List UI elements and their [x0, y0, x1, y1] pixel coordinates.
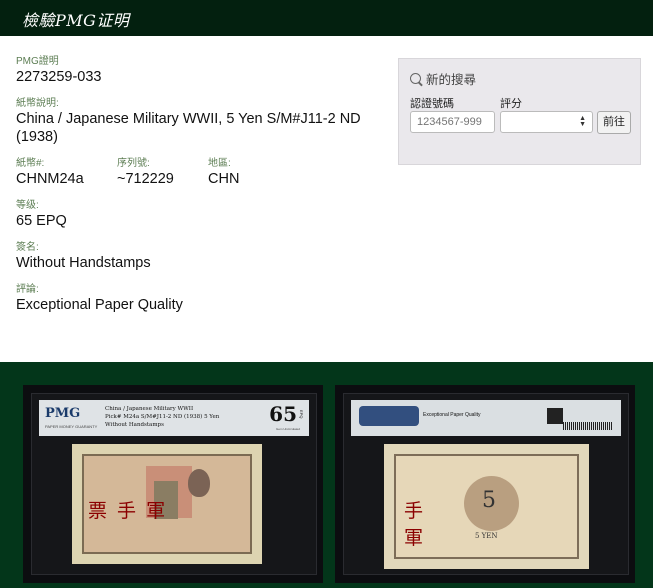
header-bar: 檢驗PMG证明 [0, 0, 653, 36]
grade-block: 等级: 65 EPQ [16, 200, 386, 230]
back-image[interactable]: Exceptional Paper Quality 5 5 YEN 手軍 [335, 385, 635, 583]
search-header: 新的搜尋 [410, 69, 476, 88]
note-details-row: 紙幣#: CHNM24a 序列號: ~712229 地區: CHN [16, 158, 386, 188]
comment-block: 評論: Exceptional Paper Quality [16, 284, 386, 314]
region-label: 地區: [208, 158, 231, 169]
back-red-overprint: 手軍 [404, 500, 519, 549]
front-label-text: China / Japanese Military WWII Pick# M24… [105, 405, 219, 429]
front-holder: PMG PAPER MONEY GUARANTY China / Japanes… [31, 393, 317, 575]
banknote-front-sheet: 票 手 軍 [82, 454, 252, 554]
signature-block: 簽名: Without Handstamps [16, 242, 386, 272]
banknote-front: 票 手 軍 [72, 444, 262, 564]
front-grade-suffix: EPQ [299, 410, 304, 419]
barcode [563, 422, 613, 430]
front-red-overprint: 票 手 軍 [88, 500, 168, 522]
front-grade-sub: Gem Uncirculated [275, 427, 300, 431]
signature-value: Without Handstamps [16, 255, 151, 271]
serial-number-label: 序列號: [117, 158, 150, 169]
select-arrows-icon: ▲ ▼ [579, 115, 586, 128]
pmg-cert-label: PMG證明 [16, 56, 59, 67]
new-search-panel: 新的搜尋 認證號碼 評分 ▲▼ 前往 [398, 58, 641, 165]
front-image[interactable]: PMG PAPER MONEY GUARANTY China / Japanes… [23, 385, 323, 583]
note-number-label: 紙幣#: [16, 158, 45, 169]
front-label-line1: China / Japanese Military WWII [105, 406, 194, 412]
pmg-logo-subtitle: PAPER MONEY GUARANTY [45, 424, 98, 429]
comment-label: 評論: [16, 284, 39, 295]
pmg-cert-value: 2273259-033 [16, 69, 102, 85]
back-label: Exceptional Paper Quality [351, 400, 621, 436]
description-label: 紙幣說明: [16, 98, 59, 109]
front-portrait [188, 469, 210, 497]
note-image-gallery: PMG PAPER MONEY GUARANTY China / Japanes… [0, 362, 653, 588]
page-title: 檢驗PMG证明 [22, 11, 130, 30]
pmg-logo: PMG [45, 406, 81, 421]
banknote-back-sheet: 5 5 YEN 手軍 [394, 454, 579, 559]
grade-label: 等级: [16, 200, 39, 211]
front-label-line2: Pick# M24a S/M#J11-2 ND (1938) 5 Yen [105, 414, 220, 420]
note-number-value: CHNM24a [16, 171, 84, 187]
banknote-back: 5 5 YEN 手軍 [384, 444, 589, 569]
certificate-details: PMG證明 2273259-033 紙幣說明: China / Japanese… [16, 56, 386, 326]
front-grade: 65 [269, 402, 297, 426]
region-value: CHN [208, 171, 240, 187]
back-comment: Exceptional Paper Quality [423, 412, 481, 418]
grade-filter-label: 評分 [500, 98, 522, 110]
cert-number-input[interactable] [410, 111, 495, 133]
signature-label: 簽名: [16, 242, 39, 253]
description-block: 紙幣說明: China / Japanese Military WWII, 5 … [16, 98, 386, 146]
serial-number-block: 序列號: ~712229 [117, 158, 208, 188]
qr-code-icon [547, 408, 563, 424]
back-holder: Exceptional Paper Quality 5 5 YEN 手軍 [343, 393, 629, 575]
description-value: China / Japanese Military WWII, 5 Yen S/… [16, 111, 361, 145]
region-block: 地區: CHN [208, 158, 239, 188]
pmg-cert-block: PMG證明 2273259-033 [16, 56, 386, 86]
front-label-line3: Without Handstamps [105, 422, 164, 428]
search-icon [410, 73, 421, 84]
grade-select[interactable]: ▲ ▼ [500, 111, 593, 133]
comment-value: Exceptional Paper Quality [16, 297, 183, 313]
serial-number-value: ~712229 [117, 171, 174, 187]
go-button[interactable]: 前往 [597, 111, 631, 134]
grade-value: 65 EPQ [16, 213, 67, 229]
note-number-block: 紙幣#: CHNM24a [16, 158, 117, 188]
front-label: PMG PAPER MONEY GUARANTY China / Japanes… [39, 400, 309, 436]
pmg-holographic-logo [359, 406, 419, 426]
search-title: 新的搜尋 [426, 73, 477, 87]
cert-number-label: 認證號碼 [410, 98, 454, 110]
